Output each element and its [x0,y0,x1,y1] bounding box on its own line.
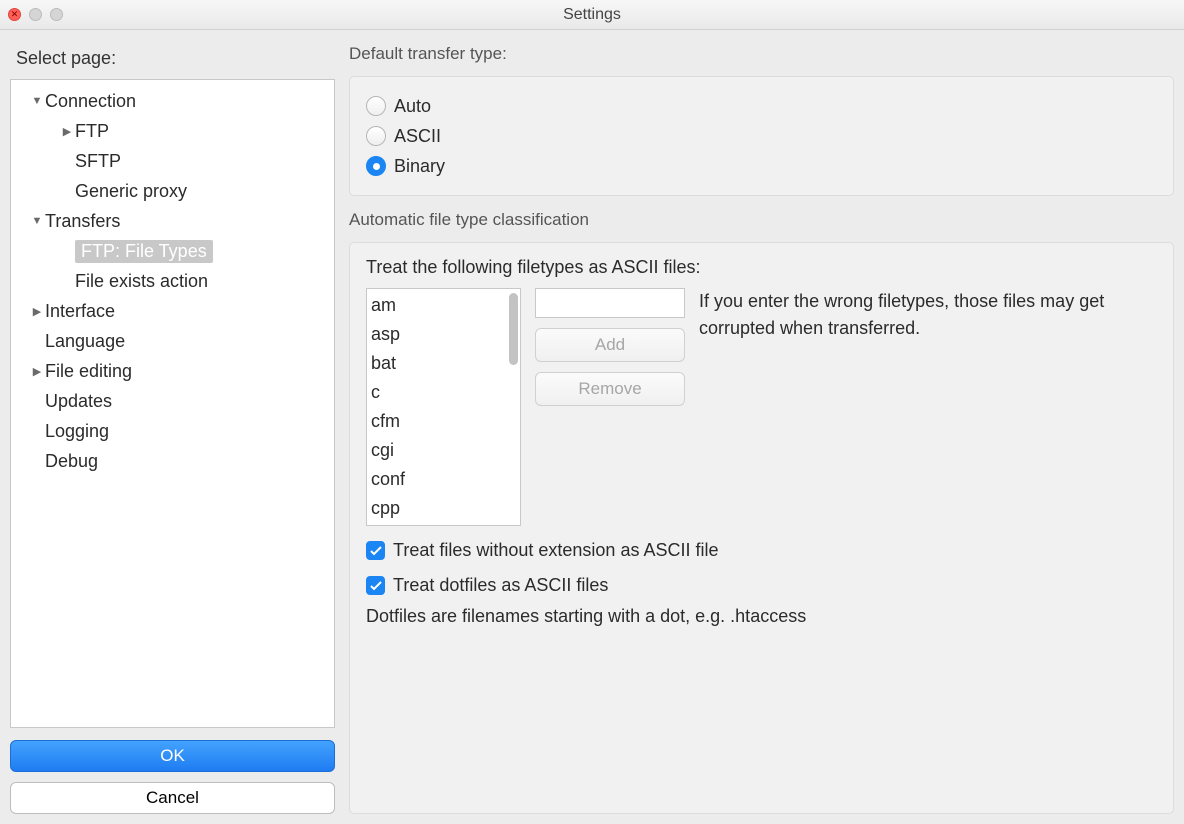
transfer-type-group: Auto ASCII Binary [349,76,1174,196]
tree-item[interactable]: Debug [11,446,334,476]
settings-content: Default transfer type: Auto ASCII Binary… [349,40,1174,814]
treat-noext-row[interactable]: Treat files without extension as ASCII f… [366,540,1157,561]
radio-binary[interactable]: Binary [366,151,1157,181]
list-item[interactable]: bat [371,349,502,378]
tree-item[interactable]: Generic proxy [11,176,334,206]
classification-label: Automatic file type classification [349,206,1174,232]
tree-item[interactable]: ▶File editing [11,356,334,386]
list-item[interactable]: conf [371,465,502,494]
tree-item-label: Language [45,331,125,352]
window-body: Select page: ▼Connection▶FTPSFTPGeneric … [0,30,1184,824]
remove-button[interactable]: Remove [535,372,685,406]
ok-button[interactable]: OK [10,740,335,772]
window-title: Settings [0,6,1184,24]
tree-item-label: File exists action [75,271,208,292]
tree-item-label: FTP [75,121,109,142]
treat-noext-label: Treat files without extension as ASCII f… [393,540,719,561]
disclosure-closed-icon: ▶ [29,365,45,378]
titlebar: ✕ Settings [0,0,1184,30]
tree-item-label: File editing [45,361,132,382]
radio-ascii[interactable]: ASCII [366,121,1157,151]
ascii-filetypes-label: Treat the following filetypes as ASCII f… [366,257,1157,278]
ascii-filetypes-row: amaspbatccfmcgiconfcpp Add Remove If you… [366,288,1157,526]
tree-item-label: Debug [45,451,98,472]
radio-binary-label: Binary [394,156,445,177]
tree-item[interactable]: Updates [11,386,334,416]
tree-item-label: FTP: File Types [75,240,213,263]
tree-item-label: Logging [45,421,109,442]
sidebar-buttons: OK Cancel [10,736,335,814]
list-item[interactable]: cgi [371,436,502,465]
tree-item[interactable]: ▶FTP [11,116,334,146]
tree-item-label: Connection [45,91,136,112]
tree-item[interactable]: ▶Interface [11,296,334,326]
tree-item-label: Generic proxy [75,181,187,202]
page-tree[interactable]: ▼Connection▶FTPSFTPGeneric proxy▼Transfe… [10,79,335,728]
disclosure-closed-icon: ▶ [29,305,45,318]
filetypes-hint: If you enter the wrong filetypes, those … [699,288,1157,342]
disclosure-closed-icon: ▶ [59,125,75,138]
settings-window: ✕ Settings Select page: ▼Connection▶FTPS… [0,0,1184,824]
tree-item-label: SFTP [75,151,121,172]
tree-item[interactable]: ▼Connection [11,86,334,116]
tree-item-label: Updates [45,391,112,412]
dotfiles-note: Dotfiles are filenames starting with a d… [366,606,1157,627]
new-filetype-input[interactable] [535,288,685,318]
tree-item-label: Interface [45,301,115,322]
radio-ascii-label: ASCII [394,126,441,147]
checkbox-checked-icon [366,576,385,595]
cancel-button[interactable]: Cancel [10,782,335,814]
radio-auto-indicator [366,96,386,116]
list-item[interactable]: cpp [371,494,502,523]
tree-item[interactable]: FTP: File Types [11,236,334,266]
disclosure-open-icon: ▼ [29,215,45,227]
radio-auto[interactable]: Auto [366,91,1157,121]
tree-item-label: Transfers [45,211,120,232]
transfer-type-label: Default transfer type: [349,40,1174,66]
treat-dotfiles-label: Treat dotfiles as ASCII files [393,575,608,596]
list-item[interactable]: c [371,378,502,407]
tree-item[interactable]: Language [11,326,334,356]
tree-item[interactable]: File exists action [11,266,334,296]
radio-ascii-indicator [366,126,386,146]
add-remove-column: Add Remove [535,288,685,406]
radio-auto-label: Auto [394,96,431,117]
list-item[interactable]: cfm [371,407,502,436]
sidebar: Select page: ▼Connection▶FTPSFTPGeneric … [10,40,335,814]
add-button[interactable]: Add [535,328,685,362]
tree-item[interactable]: Logging [11,416,334,446]
classification-group: Treat the following filetypes as ASCII f… [349,242,1174,814]
disclosure-open-icon: ▼ [29,95,45,107]
sidebar-label: Select page: [10,40,335,71]
list-item[interactable]: asp [371,320,502,349]
list-item[interactable]: am [371,291,502,320]
tree-item[interactable]: ▼Transfers [11,206,334,236]
tree-item[interactable]: SFTP [11,146,334,176]
treat-dotfiles-row[interactable]: Treat dotfiles as ASCII files [366,575,1157,596]
checkbox-checked-icon [366,541,385,560]
scrollbar-thumb[interactable] [509,293,518,365]
ascii-filetypes-list[interactable]: amaspbatccfmcgiconfcpp [366,288,521,526]
radio-binary-indicator [366,156,386,176]
